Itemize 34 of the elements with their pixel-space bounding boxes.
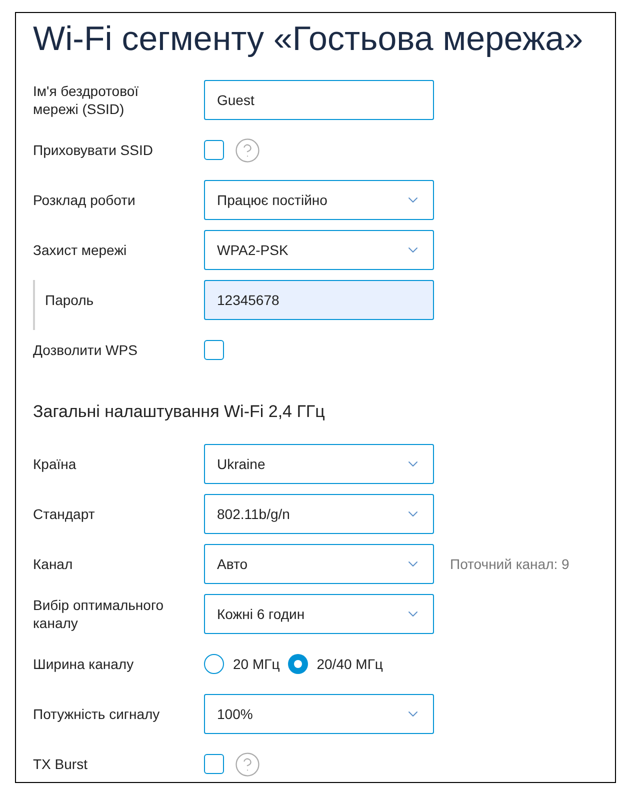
radio-label: 20/40 МГц — [316, 654, 383, 674]
dropdown[interactable]: Ukraine — [204, 444, 434, 484]
field-label: Дозволити WPS — [33, 341, 138, 359]
help-icon[interactable] — [234, 750, 261, 778]
field-label: Стандарт — [33, 505, 96, 523]
field-label: Ім'я бездротової мережі (SSID) — [33, 82, 140, 118]
field-label: Розклад роботи — [33, 191, 136, 209]
text-field[interactable]: Guest — [204, 80, 434, 120]
radio-label: 20 МГц — [233, 654, 280, 674]
checkbox[interactable] — [204, 754, 224, 774]
radio-button[interactable] — [288, 654, 308, 674]
checkbox[interactable] — [204, 140, 224, 160]
checkbox[interactable] — [204, 340, 224, 360]
field-label: Ширина каналу — [33, 655, 135, 673]
dropdown[interactable]: Авто — [204, 544, 434, 584]
field-label: Країна — [33, 455, 78, 473]
section-heading: Загальні налаштування Wi-Fi 2,4 ГГц — [33, 401, 325, 424]
field-label: Канал — [33, 555, 74, 573]
help-icon[interactable] — [234, 136, 261, 164]
dropdown[interactable]: 802.11b/g/n — [204, 494, 434, 534]
radio-button[interactable] — [204, 654, 224, 674]
dropdown[interactable]: Кожні 6 годин — [204, 594, 434, 634]
field-label: Захист мережі — [33, 241, 128, 259]
field-label: Потужність сигналу — [33, 705, 161, 723]
page-title: Wi-Fi сегменту «Гостьова мережа» — [33, 19, 584, 60]
field-label: TX Burst — [33, 755, 88, 773]
dropdown[interactable]: Працює постійно — [204, 180, 434, 220]
text-field[interactable]: 12345678 — [204, 280, 434, 320]
field-label: Пароль — [45, 291, 94, 309]
dropdown[interactable]: 100% — [204, 694, 434, 734]
dropdown[interactable]: WPA2-PSK — [204, 230, 434, 270]
field-label: Вибір оптимального каналу — [33, 596, 165, 632]
current-channel-note: Поточний канал: 9 — [450, 554, 570, 574]
field-label: Приховувати SSID — [33, 141, 154, 159]
